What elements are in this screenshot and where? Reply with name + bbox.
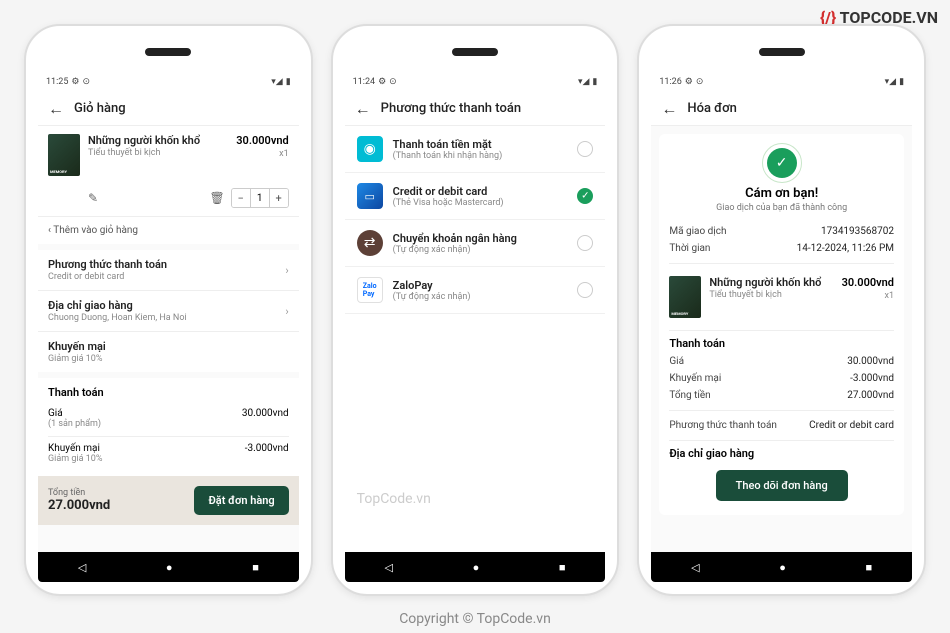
nav-home-icon[interactable]: ●	[779, 561, 786, 574]
app-bar: ← Phương thức thanh toán	[345, 92, 606, 126]
qty-value: 1	[250, 189, 270, 207]
wifi-icon: ▾◢	[271, 77, 282, 87]
phone-speaker	[145, 48, 191, 56]
receipt-card: ✓ Cám ơn bạn! Giao dịch của bạn đã thành…	[659, 134, 904, 515]
payment-method-row[interactable]: Phương thức thanh toán Credit or debit c…	[38, 250, 299, 290]
add-more-link[interactable]: Thêm vào giỏ hàng	[38, 216, 299, 244]
pay-option-zalo[interactable]: ZaloPay ZaloPay (Tự động xác nhận)	[345, 267, 606, 314]
item-subtitle: Tiểu thuyết bi kịch	[88, 148, 228, 158]
radio-checked[interactable]	[577, 188, 593, 204]
page-title: Giỏ hàng	[74, 101, 126, 116]
nav-recent-icon[interactable]: ■	[252, 561, 259, 574]
radio-unchecked[interactable]	[577, 282, 593, 298]
phone-speaker	[452, 48, 498, 56]
address-row[interactable]: Địa chỉ giao hàng Chuong Duong, Hoan Kie…	[38, 290, 299, 331]
total-bar: Tổng tiền 27.000vnd Đặt đơn hàng	[38, 476, 299, 525]
place-order-button[interactable]: Đặt đơn hàng	[194, 486, 288, 515]
battery-icon: ▮	[286, 77, 291, 87]
location-icon: ⊙	[83, 77, 91, 87]
zalopay-icon: ZaloPay	[357, 277, 383, 303]
trash-icon[interactable]: 🗑	[209, 191, 224, 205]
thanks-subtitle: Giao dịch của bạn đã thành công	[669, 203, 894, 213]
nav-home-icon[interactable]: ●	[473, 561, 480, 574]
pay-option-card[interactable]: ▭ Credit or debit card (Thẻ Visa hoặc Ma…	[345, 173, 606, 220]
nav-recent-icon[interactable]: ■	[866, 561, 873, 574]
item-price: 30.000vnd	[236, 134, 288, 147]
edit-icon[interactable]: ✎	[88, 191, 98, 205]
status-bar: 11:26⚙⊙ ▾◢▮	[651, 72, 912, 92]
phone-speaker	[759, 48, 805, 56]
chevron-right-icon: ›	[285, 305, 288, 318]
book-thumbnail	[669, 276, 701, 318]
android-nav-bar: ◁ ● ■	[651, 552, 912, 582]
android-nav-bar: ◁ ● ■	[38, 552, 299, 582]
qty-minus-button[interactable]: −	[232, 189, 250, 207]
page-title: Phương thức thanh toán	[381, 101, 521, 116]
card-icon: ▭	[357, 183, 383, 209]
transaction-id: 1734193568702	[821, 226, 894, 237]
app-bar: ← Giỏ hàng	[38, 92, 299, 126]
phone-receipt: 11:26⚙⊙ ▾◢▮ ← Hóa đơn ✓ Cám ơn bạn! Giao…	[637, 24, 926, 596]
cart-item: Những người khốn khổ Tiểu thuyết bi kịch…	[38, 126, 299, 184]
nav-back-icon[interactable]: ◁	[78, 561, 86, 574]
page-title: Hóa đơn	[687, 101, 737, 116]
inline-watermark: TopCode.vn	[357, 491, 431, 507]
back-icon[interactable]: ←	[661, 99, 677, 119]
payment-summary: Thanh toán Giá (1 sản phẩm) 30.000vnd Kh…	[38, 378, 299, 476]
item-title: Những người khốn khổ	[88, 134, 228, 147]
item-qty: x1	[236, 149, 288, 159]
bank-icon: ⇄	[357, 230, 383, 256]
radio-unchecked[interactable]	[577, 141, 593, 157]
transaction-time: 14-12-2024, 11:26 PM	[797, 243, 894, 254]
app-bar: ← Hóa đơn	[651, 92, 912, 126]
status-bar: 11:24⚙⊙ ▾◢▮	[345, 72, 606, 92]
nav-recent-icon[interactable]: ■	[559, 561, 566, 574]
status-bar: 11:25⚙⊙ ▾◢▮	[38, 72, 299, 92]
track-order-button[interactable]: Theo dõi đơn hàng	[716, 470, 848, 501]
radio-unchecked[interactable]	[577, 235, 593, 251]
back-icon[interactable]: ←	[48, 99, 64, 119]
qty-plus-button[interactable]: +	[270, 189, 288, 207]
nav-back-icon[interactable]: ◁	[384, 561, 392, 574]
settings-icon: ⚙	[71, 77, 79, 87]
quantity-stepper: − 1 +	[231, 188, 289, 208]
android-nav-bar: ◁ ● ■	[345, 552, 606, 582]
cash-icon: ◉	[357, 136, 383, 162]
pay-option-bank[interactable]: ⇄ Chuyển khoản ngân hàng (Tự động xác nh…	[345, 220, 606, 267]
chevron-right-icon: ›	[285, 264, 288, 277]
pay-option-cash[interactable]: ◉ Thanh toán tiền mặt (Thanh toán khi nh…	[345, 126, 606, 173]
nav-home-icon[interactable]: ●	[166, 561, 173, 574]
copyright-text: Copyright © TopCode.vn	[399, 611, 551, 627]
success-check-icon: ✓	[767, 148, 797, 178]
nav-back-icon[interactable]: ◁	[691, 561, 699, 574]
phone-payment-methods: 11:24⚙⊙ ▾◢▮ ← Phương thức thanh toán ◉ T…	[331, 24, 620, 596]
thanks-title: Cám ơn bạn!	[669, 186, 894, 201]
phone-cart: 11:25⚙⊙ ▾◢▮ ← Giỏ hàng Những người khốn …	[24, 24, 313, 596]
promo-row[interactable]: Khuyến mại Giảm giá 10%	[38, 331, 299, 372]
back-icon[interactable]: ←	[355, 99, 371, 119]
receipt-line-item: Những người khốn khổ Tiểu thuyết bi kịch…	[669, 270, 894, 324]
book-thumbnail	[48, 134, 80, 176]
